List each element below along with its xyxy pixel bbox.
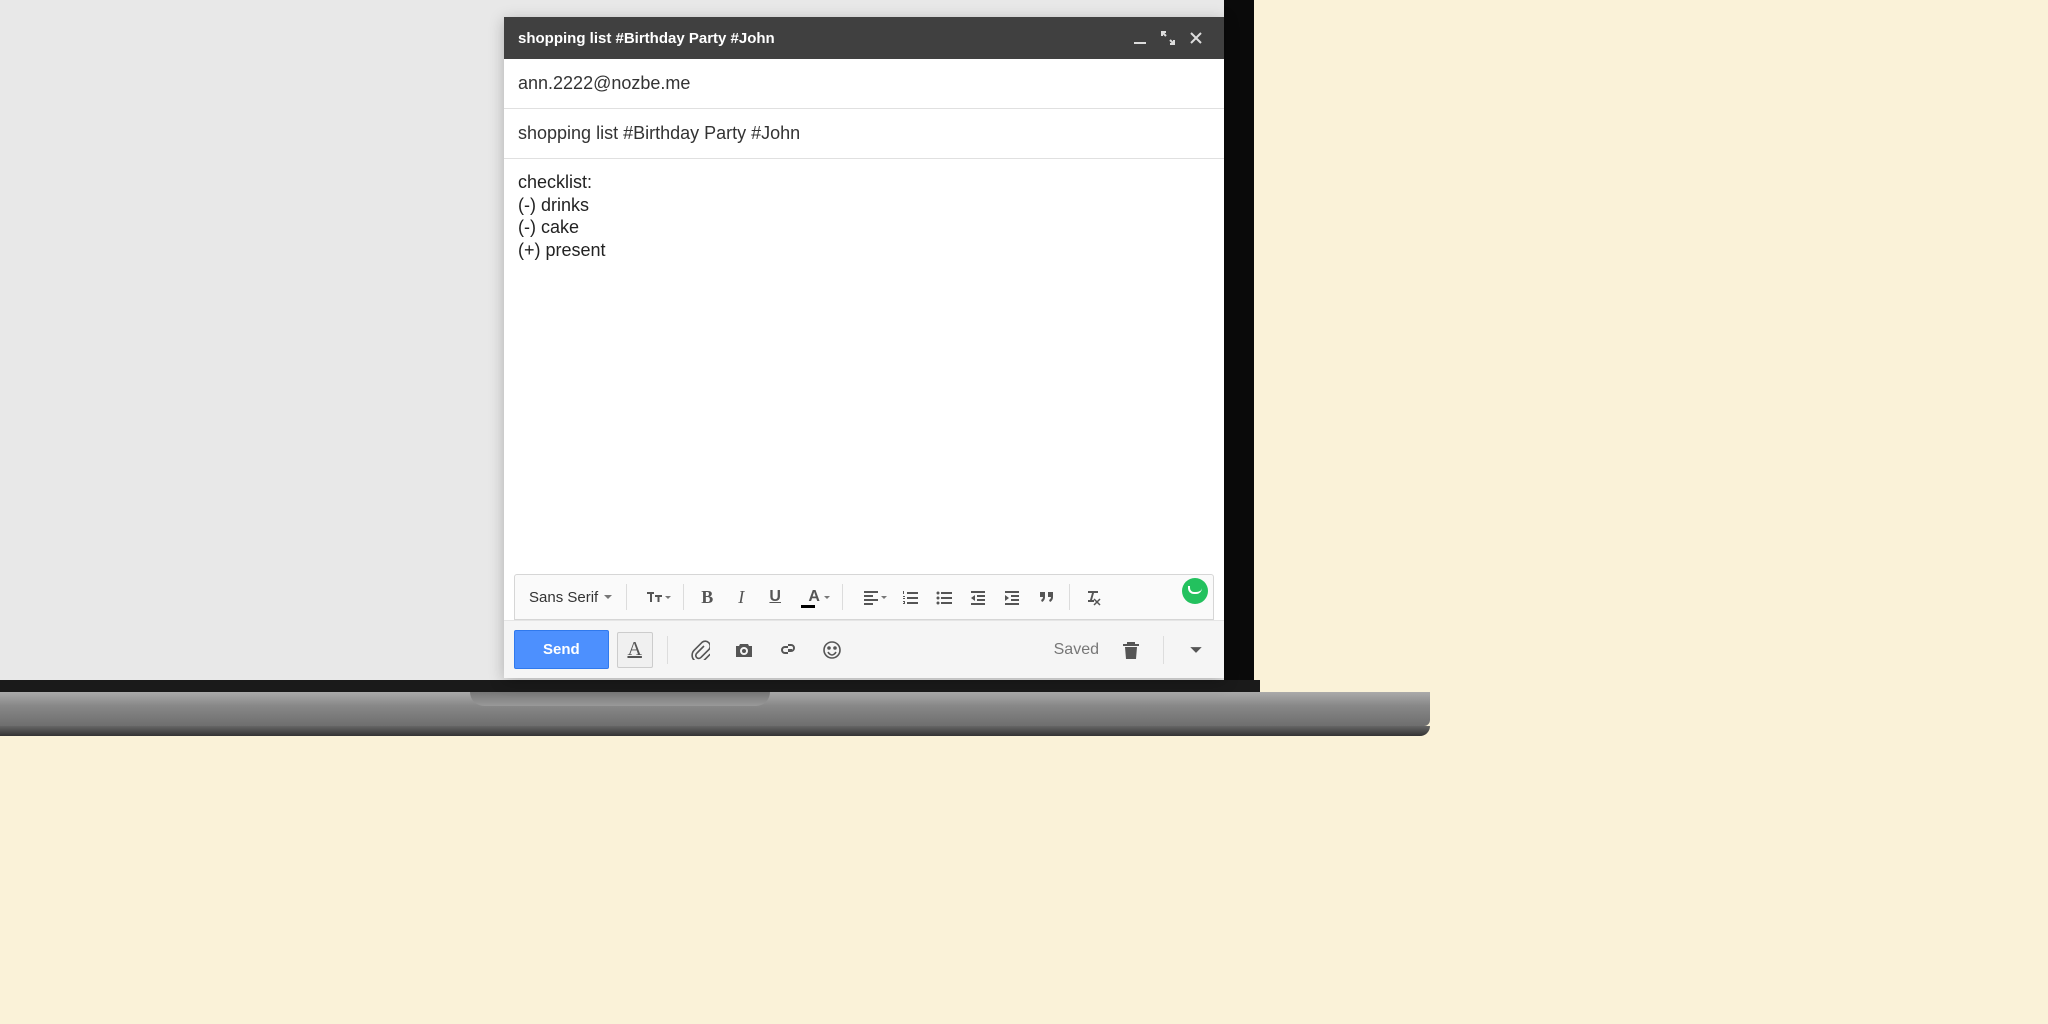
attach-button[interactable] [682,632,718,668]
insert-photo-button[interactable] [726,632,762,668]
remove-formatting-button[interactable] [1078,582,1108,612]
saved-status: Saved [1054,641,1099,659]
text-color-button[interactable]: A [794,582,834,612]
font-family-picker[interactable]: Sans Serif [523,585,618,610]
send-button[interactable]: Send [514,630,609,669]
subject-field[interactable]: shopping list #Birthday Party #John [504,109,1224,159]
separator [1163,636,1164,664]
indent-more-icon [1003,588,1021,606]
chevron-down-icon [665,596,671,599]
minimize-button[interactable] [1126,24,1154,52]
discard-button[interactable] [1113,632,1149,668]
expand-icon [1161,31,1175,45]
bulleted-list-button[interactable] [929,582,959,612]
compose-title: shopping list #Birthday Party #John [518,30,1126,47]
fullscreen-button[interactable] [1154,24,1182,52]
insert-link-button[interactable] [770,632,806,668]
separator [626,584,627,610]
bulleted-list-icon [935,588,953,606]
numbered-list-button[interactable] [895,582,925,612]
status-indicator[interactable] [1182,578,1208,604]
chevron-down-icon [824,596,830,599]
align-button[interactable] [851,582,891,612]
font-family-label: Sans Serif [529,589,598,606]
trash-icon [1121,640,1141,660]
separator [842,584,843,610]
compose-window: shopping list #Birthday Party #John ann.… [504,17,1224,678]
compose-titlebar: shopping list #Birthday Party #John [504,17,1224,59]
indent-less-icon [969,588,987,606]
separator [683,584,684,610]
text-size-icon [646,588,664,606]
font-size-picker[interactable] [635,582,675,612]
more-options-button[interactable] [1178,632,1214,668]
underline-button[interactable]: U [760,582,790,612]
minimize-icon [1133,31,1147,45]
to-field[interactable]: ann.2222@nozbe.me [504,59,1224,109]
chevron-down-icon [881,596,887,599]
chevron-down-icon [604,595,612,599]
numbered-list-icon [901,588,919,606]
remove-format-icon [1084,588,1102,606]
close-icon [1189,31,1203,45]
italic-button[interactable]: I [726,582,756,612]
align-left-icon [862,588,880,606]
separator [667,636,668,664]
indent-less-button[interactable] [963,582,993,612]
emoji-icon [822,640,842,660]
format-toolbar: Sans Serif B I U A [514,574,1214,620]
insert-emoji-button[interactable] [814,632,850,668]
link-icon [778,640,798,660]
paperclip-icon [690,640,710,660]
indent-more-button[interactable] [997,582,1027,612]
action-bar: Send A Saved [504,620,1224,678]
quote-button[interactable] [1031,582,1061,612]
camera-icon [734,640,754,660]
bold-button[interactable]: B [692,582,722,612]
message-body[interactable]: checklist: (-) drinks (-) cake (+) prese… [504,159,1224,574]
chevron-down-icon [1186,640,1206,660]
text-format-icon: A [627,638,641,661]
close-button[interactable] [1182,24,1210,52]
formatting-toggle-button[interactable]: A [617,632,653,668]
separator [1069,584,1070,610]
quote-icon [1037,588,1055,606]
